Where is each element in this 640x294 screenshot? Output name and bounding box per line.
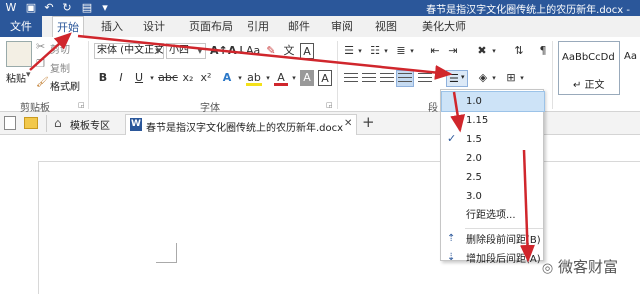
word-window: W ▣ ↶ ↻ ▤ ▾ 春节是指汉字文化圈传统上的农历新年.docx - 文件 … [0,0,640,294]
watermark: ◎ 微客财富 [542,256,618,277]
arrow-to-menu-option [450,91,466,133]
arrow-to-home-tab [29,32,72,71]
wechat-logo-icon: ◎ [541,261,554,276]
arrow-to-line-spacing [77,34,453,80]
arrow-to-menu-bottom [519,149,535,263]
watermark-text: 微客财富 [557,258,618,276]
annotation-arrows [29,32,535,263]
